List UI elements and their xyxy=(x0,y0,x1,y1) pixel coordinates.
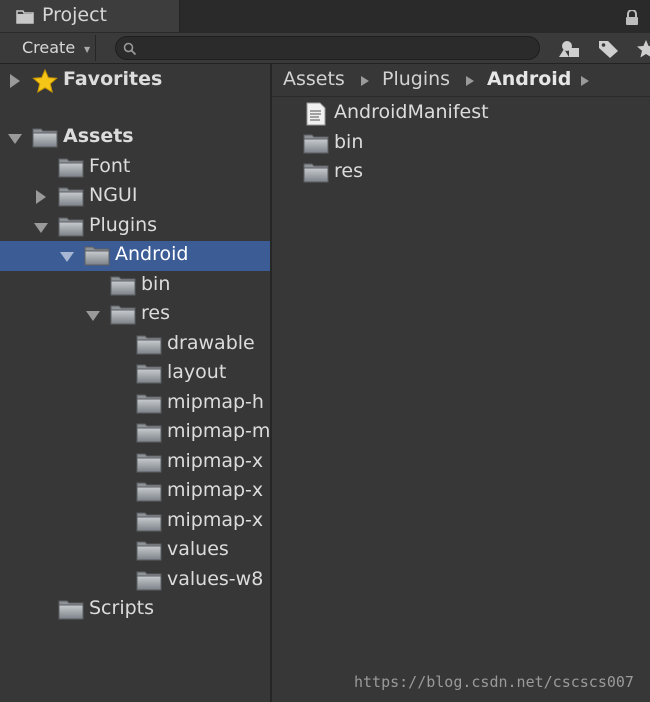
tree-item-label: Font xyxy=(89,155,131,177)
folder-icon xyxy=(58,598,84,620)
folder-icon xyxy=(136,451,162,473)
folder-icon xyxy=(136,333,162,355)
breadcrumb-separator-icon xyxy=(361,76,369,86)
folder-tree-panel: Favorites Assets Font NGUI Plugins Andro… xyxy=(0,64,270,702)
toolbar: Create ▼ xyxy=(0,32,650,64)
asset-item-label: bin xyxy=(334,131,364,153)
tree-item-assets[interactable]: Assets xyxy=(0,123,270,153)
collapse-arrow-icon[interactable] xyxy=(86,311,100,321)
asset-item-label: AndroidManifest xyxy=(334,101,489,123)
tree-item-label: Scripts xyxy=(89,597,155,619)
folder-icon xyxy=(110,303,136,325)
asset-item-androidmanifest[interactable]: AndroidManifest xyxy=(272,99,650,129)
tree-item-label: Assets xyxy=(63,125,134,147)
folder-icon xyxy=(303,132,329,154)
project-tab[interactable]: Project xyxy=(0,0,180,32)
tree-item-label: mipmap-x xyxy=(167,450,264,472)
tree-item-label: NGUI xyxy=(89,184,138,206)
filter-by-type-icon[interactable] xyxy=(558,39,582,59)
breadcrumb-separator-icon xyxy=(466,76,474,86)
tree-item-values[interactable]: values xyxy=(0,536,270,566)
tree-item-label: mipmap-m xyxy=(167,420,270,442)
collapse-arrow-icon[interactable] xyxy=(8,134,22,144)
folder-icon xyxy=(58,215,84,237)
dropdown-arrow-icon: ▼ xyxy=(84,45,91,54)
tree-item-bin[interactable]: bin xyxy=(0,271,270,301)
folder-icon xyxy=(84,244,110,266)
tree-item-layout[interactable]: layout xyxy=(0,359,270,389)
tree-item-label: bin xyxy=(141,273,171,295)
tree-item-drawable[interactable]: drawable xyxy=(0,330,270,360)
folder-icon xyxy=(136,392,162,414)
tree-item-label: drawable xyxy=(167,332,255,354)
tree-item-label: values-w8 xyxy=(167,568,264,590)
title-bar: Project xyxy=(0,0,650,32)
tree-item-favorites[interactable]: Favorites xyxy=(0,66,270,96)
tree-item-label: mipmap-h xyxy=(167,391,264,413)
tree-item-label: mipmap-x xyxy=(167,509,264,531)
folder-icon xyxy=(303,161,329,183)
tree-item-font[interactable]: Font xyxy=(0,153,270,183)
tree-item-label: values xyxy=(167,538,229,560)
breadcrumb-item-assets[interactable]: Assets xyxy=(283,68,345,90)
tree-item-plugins[interactable]: Plugins xyxy=(0,212,270,242)
tree-item-mipmap[interactable]: mipmap-x xyxy=(0,477,270,507)
folder-icon xyxy=(136,539,162,561)
tree-item-mipmap[interactable]: mipmap-m xyxy=(0,418,270,448)
folder-icon xyxy=(58,185,84,207)
folder-icon xyxy=(32,126,58,148)
favorites-star-icon[interactable] xyxy=(636,39,650,59)
tree-item-values-w8[interactable]: values-w8 xyxy=(0,566,270,596)
search-icon xyxy=(123,42,137,56)
breadcrumb: Assets Plugins Android xyxy=(272,64,650,97)
asset-item-label: res xyxy=(334,160,363,182)
folder-icon xyxy=(136,569,162,591)
tree-item-mipmap[interactable]: mipmap-h xyxy=(0,389,270,419)
tree-item-label: mipmap-x xyxy=(167,479,264,501)
search-input[interactable] xyxy=(115,36,540,60)
tab-title: Project xyxy=(42,4,108,26)
tree-item-mipmap[interactable]: mipmap-x xyxy=(0,448,270,478)
lock-icon[interactable] xyxy=(625,10,639,26)
asset-item-res[interactable]: res xyxy=(272,158,650,188)
folder-icon xyxy=(136,480,162,502)
asset-contents-panel: Assets Plugins Android AndroidManifest b… xyxy=(272,64,650,702)
folder-icon xyxy=(136,510,162,532)
tree-item-label: Favorites xyxy=(63,68,163,90)
breadcrumb-separator-icon xyxy=(581,76,589,86)
tree-item-scripts[interactable]: Scripts xyxy=(0,595,270,625)
collapse-arrow-icon[interactable] xyxy=(34,223,48,233)
tree-item-ngui[interactable]: NGUI xyxy=(0,182,270,212)
folder-icon xyxy=(110,274,136,296)
tree-item-label: Plugins xyxy=(89,214,158,236)
watermark-text: https://blog.csdn.net/cscscs007 xyxy=(354,673,634,691)
tree-item-android[interactable]: Android xyxy=(0,241,270,271)
tree-item-mipmap[interactable]: mipmap-x xyxy=(0,507,270,537)
folder-icon xyxy=(16,10,34,24)
star-icon xyxy=(32,69,58,93)
breadcrumb-item-plugins[interactable]: Plugins xyxy=(382,68,450,90)
tree-item-label: res xyxy=(141,302,170,324)
tree-item-label: layout xyxy=(167,361,227,383)
asset-item-bin[interactable]: bin xyxy=(272,129,650,159)
folder-icon xyxy=(136,362,162,384)
tree-item-res[interactable]: res xyxy=(0,300,270,330)
expand-arrow-icon[interactable] xyxy=(36,190,46,204)
create-button-label: Create xyxy=(22,38,76,57)
expand-arrow-icon[interactable] xyxy=(10,74,20,88)
filter-by-label-icon[interactable] xyxy=(597,39,621,59)
create-button[interactable]: Create ▼ xyxy=(12,35,96,61)
folder-icon xyxy=(136,421,162,443)
collapse-arrow-icon[interactable] xyxy=(60,252,74,262)
folder-icon xyxy=(58,156,84,178)
tree-item-label: Android xyxy=(115,243,189,265)
breadcrumb-item-android[interactable]: Android xyxy=(487,68,571,90)
document-icon xyxy=(306,102,326,126)
